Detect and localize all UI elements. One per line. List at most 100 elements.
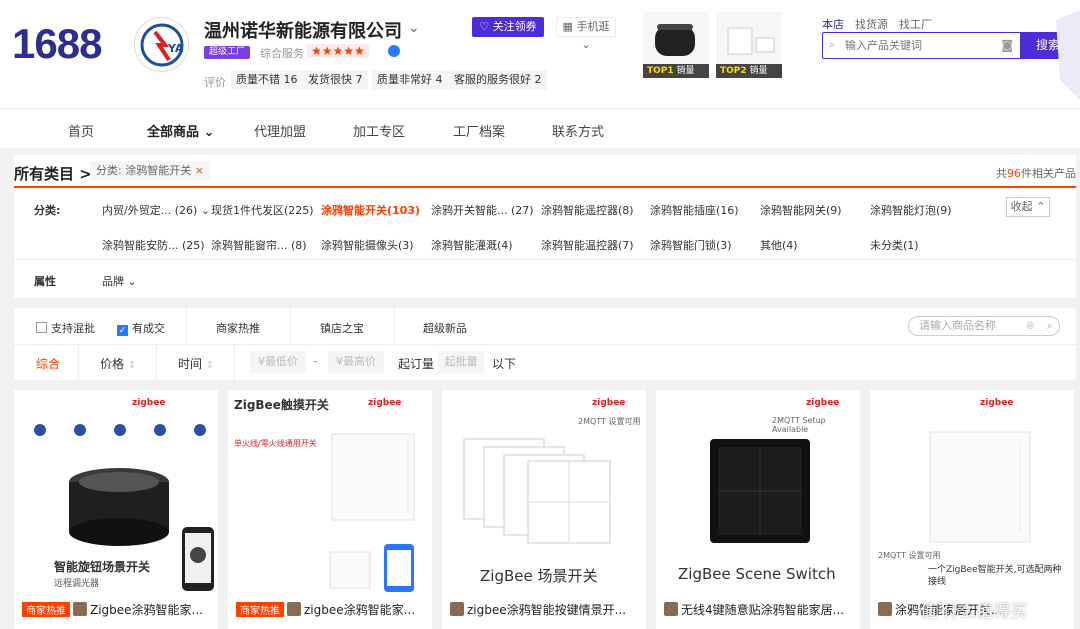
image-subcaption: 2MQTT 设置可用 [878,551,941,560]
camera-icon[interactable]: ◙ [1001,38,1013,52]
gesture-icons [34,424,206,436]
divider [394,308,395,344]
clear-icon[interactable]: ⊗ [1026,317,1035,335]
search-tab-factory[interactable]: 找工厂 [899,16,932,32]
tab-super-new[interactable]: 超级新品 [423,320,467,336]
category-item[interactable]: 现货1件代发区(225) [211,202,314,218]
product-card[interactable]: zigbee 2MQTT Setup Available ZigBee Scen… [656,390,860,629]
brand-filter[interactable]: 品牌 ⌄ [102,273,137,289]
all-categories-title[interactable]: 所有类目 > [14,163,92,184]
sort-time[interactable]: 时间 ⇕ [178,355,214,372]
tab-hot-push[interactable]: 商家热推 [216,320,260,336]
divider [78,344,79,380]
category-item[interactable]: 涂鸦智能网关(9) [760,202,842,218]
product-image[interactable]: ZigBee触摸开关 zigbee 单火线/零火线通用开关 [228,390,432,596]
category-item-active[interactable]: 涂鸦智能开关(103) [321,202,420,218]
divider [234,344,235,380]
search-tab-source[interactable]: 找货源 [855,16,888,32]
tab-store-treasure[interactable]: 镇店之宝 [320,320,364,336]
search-icon: ⌕ [829,38,836,51]
product-title-text: zigbee涂鸦智能家... [304,603,416,617]
search-input[interactable] [823,33,983,58]
category-item[interactable]: 涂鸦开关智能... (27) [431,202,534,218]
search-tab-shop[interactable]: 本店 [822,16,844,32]
product-name-search[interactable]: 请输入商品名称 ⊗ ⌕ [908,316,1060,336]
product-card[interactable]: zigbee 2MQTT 设置可用 一个ZigBee智能开关,可选配两种接线 涂… [870,390,1074,629]
attribute-label: 属性 [34,275,56,288]
product-title[interactable]: zigbee涂鸦智能按键情景开... [450,601,642,618]
product-card[interactable]: zigbee 智能旋钮场景开关 远程调光器 商家热推 Zigbee涂鸦智能家... [14,390,218,629]
shop-logo[interactable]: YA [134,17,189,72]
close-icon[interactable]: × [195,164,204,177]
phone-image [384,544,414,592]
range-dash: - [313,354,318,368]
nav-home[interactable]: 首页 [68,121,94,140]
shop-nav: 首页 全部商品 ⌄ 代理加盟 加工专区 工厂档案 联系方式 [0,108,1080,148]
category-item[interactable]: 涂鸦智能温控器(7) [541,237,634,253]
nav-all-products[interactable]: 全部商品 ⌄ [147,121,214,140]
price-min-input[interactable]: ¥最低价 [250,351,306,373]
site-logo[interactable]: 1688 [12,20,102,68]
category-item[interactable]: 涂鸦智能门锁(3) [650,237,732,253]
breadcrumb-tag[interactable]: 分类: 涂鸦智能开关 × [90,161,210,181]
product-image[interactable]: zigbee 2MQTT 设置可用 ZigBee 场景开关 [442,390,646,596]
top-product-1[interactable]: TOP1 销量 [643,12,709,78]
product-image[interactable]: zigbee 2MQTT 设置可用 一个ZigBee智能开关,可选配两种接线 [870,390,1074,596]
category-item[interactable]: 内贸/外贸定... (26) ⌄ [102,202,210,218]
avatar [287,602,301,616]
image-caption: ZigBee Scene Switch [678,565,836,583]
product-card[interactable]: ZigBee触摸开关 zigbee 单火线/零火线通用开关 商家热推 zigbee… [228,390,432,629]
search-icon[interactable]: ⌕ [1047,317,1053,335]
divider [290,308,291,344]
category-item[interactable]: 涂鸦智能插座(16) [650,202,739,218]
collapse-button[interactable]: 收起 ⌃ [1006,197,1050,217]
divider [14,344,1076,345]
avatar [450,602,464,616]
chevron-up-icon: ⌃ [1036,200,1046,213]
category-item[interactable]: 涂鸦智能窗帘... (8) [211,237,307,253]
category-item[interactable]: 涂鸦智能灯泡(9) [870,202,952,218]
top-product-2[interactable]: TOP2 销量 [716,12,782,78]
top-label-1: TOP1 销量 [643,64,709,78]
product-title-text: Zigbee涂鸦智能家... [90,603,203,617]
switch-image [331,433,415,521]
top-label-2: TOP2 销量 [716,64,782,78]
category-item[interactable]: 涂鸦智能灌溉(4) [431,237,513,253]
result-count: 共96件相关产品 [996,167,1076,180]
category-item[interactable]: 涂鸦智能遥控器(8) [541,202,634,218]
product-card[interactable]: zigbee 2MQTT 设置可用 ZigBee 场景开关 zigbee涂鸦智能… [442,390,646,629]
price-max-input[interactable]: ¥最高价 [328,351,384,373]
zigbee-logo: zigbee [368,398,402,408]
product-title[interactable]: 商家热推 Zigbee涂鸦智能家... [22,601,214,618]
search-box: ⌕ ◙ [822,32,1022,59]
image-subcaption: 远程调光器 [54,579,100,589]
product-title[interactable]: 商家热推 zigbee涂鸦智能家... [236,601,428,618]
product-grid: zigbee 智能旋钮场景开关 远程调光器 商家热推 Zigbee涂鸦智能家...… [14,390,1080,629]
has-deal-checkbox[interactable]: ✓ 有成交 [117,320,165,336]
chevron-down-icon[interactable]: ⌄ [408,20,420,36]
shop-name[interactable]: 温州诺华新能源有限公司 [204,17,402,43]
product-image[interactable]: zigbee 2MQTT Setup Available ZigBee Scen… [656,390,860,596]
follow-label: 关注领券 [492,20,537,33]
sort-default[interactable]: 综合 [36,355,60,372]
sort-price[interactable]: 价格 ⇕ [100,355,136,372]
follow-button[interactable]: ♡ 关注领券 [472,17,544,37]
nav-contact[interactable]: 联系方式 [552,121,604,140]
product-title[interactable]: 无线4键随意贴涂鸦智能家居... [664,601,856,618]
mobile-button[interactable]: ▦ 手机逛 ⌄ [556,17,616,51]
phone-image [182,527,214,591]
image-subcaption: 2MQTT 设置可用 [578,417,641,426]
avatar [664,602,678,616]
nav-factory-profile[interactable]: 工厂档案 [453,121,505,140]
moq-input[interactable]: 起批量 [438,351,484,373]
category-item[interactable]: 涂鸦智能摄像头(3) [321,237,414,253]
category-item[interactable]: 未分类(1) [870,237,919,253]
category-item[interactable]: 涂鸦智能安防... (25) [102,237,205,253]
mixed-batch-checkbox[interactable]: 支持混批 [36,320,95,336]
nav-agency[interactable]: 代理加盟 [254,121,306,140]
review-tag: 质量非常好 4 [372,70,448,90]
category-item[interactable]: 其他(4) [760,237,798,253]
scene-switch-image [710,439,810,543]
product-image[interactable]: zigbee 智能旋钮场景开关 远程调光器 [14,390,218,596]
nav-processing[interactable]: 加工专区 [353,121,405,140]
